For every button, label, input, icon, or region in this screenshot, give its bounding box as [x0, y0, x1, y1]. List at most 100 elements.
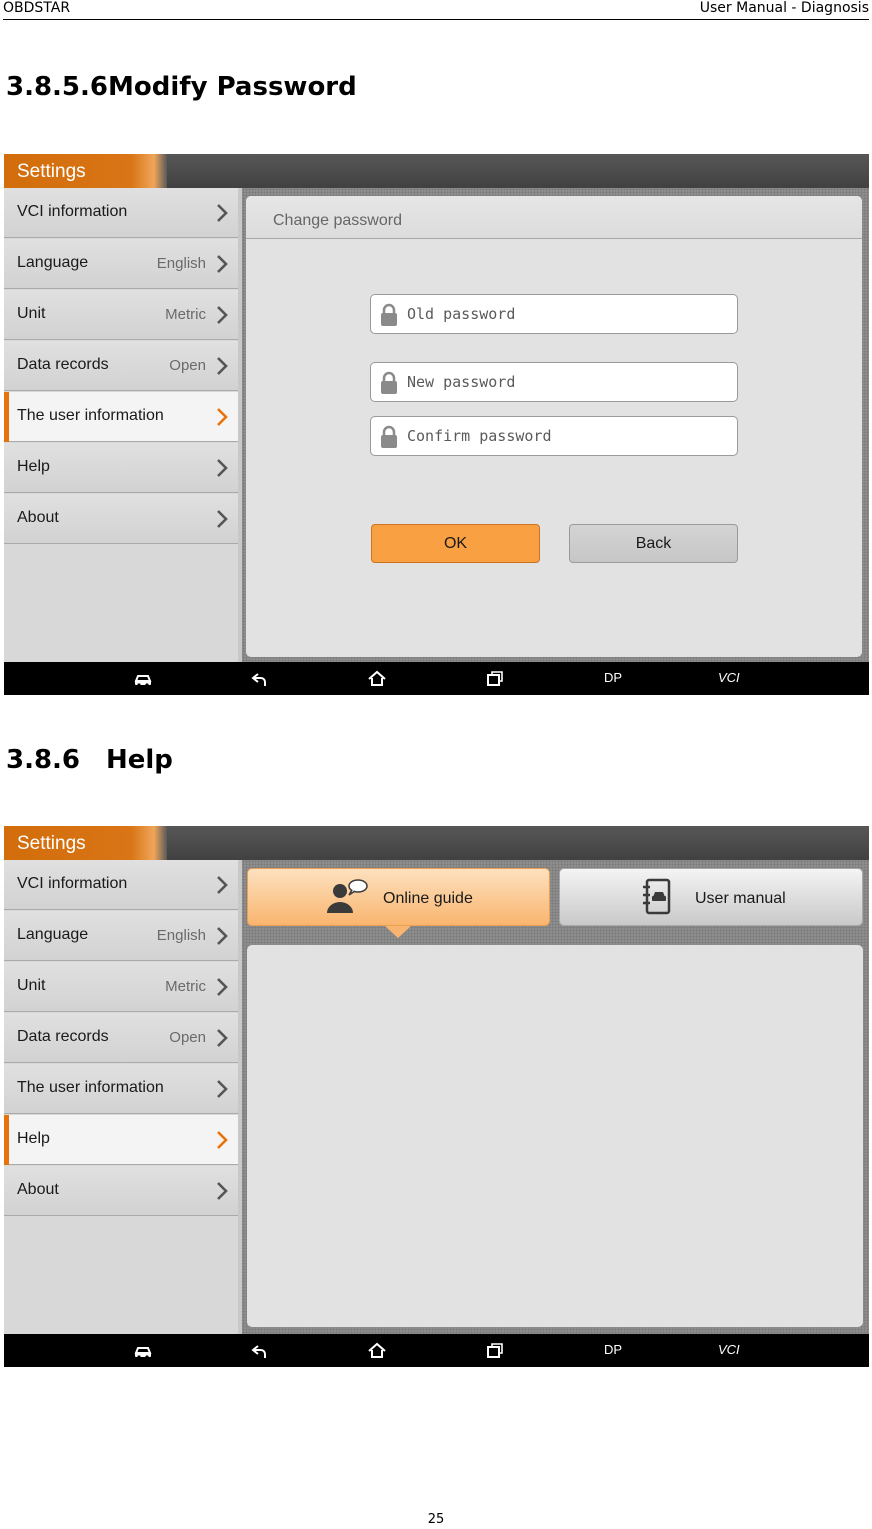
header-doc-title: User Manual - Diagnosis: [699, 0, 869, 16]
sidebar-item-data-records[interactable]: Data records Open: [4, 341, 238, 391]
page-number: 25: [427, 1512, 445, 1527]
chevron-right-icon: [217, 510, 228, 528]
back-icon[interactable]: [249, 1341, 271, 1361]
screenshot-modify-password: Settings VCI information Language Englis…: [4, 154, 869, 695]
lock-icon: [381, 303, 397, 326]
chevron-right-icon: [217, 1131, 228, 1149]
sidebar-item-label: Language: [17, 254, 89, 271]
chevron-right-icon: [217, 876, 228, 894]
back-button[interactable]: Back: [569, 524, 738, 563]
sidebar-item-label: About: [17, 509, 59, 526]
dp-button[interactable]: DP: [604, 670, 622, 685]
old-password-input[interactable]: [407, 303, 727, 325]
sidebar-item-label: Unit: [17, 977, 46, 994]
chevron-right-icon: [217, 306, 228, 324]
panel-header: Change password: [246, 196, 862, 239]
sidebar-item-vci-information[interactable]: VCI information: [4, 188, 238, 238]
section-number: 3.8.5.6: [6, 72, 108, 102]
recent-apps-icon[interactable]: [484, 1341, 506, 1361]
settings-title: Settings: [4, 826, 167, 860]
sidebar-item-help[interactable]: Help: [4, 1115, 238, 1165]
settings-titlebar: Settings: [4, 154, 869, 188]
sidebar-item-label: Data records: [17, 356, 109, 373]
sidebar-item-user-information[interactable]: The user information: [4, 392, 238, 442]
online-guide-tab[interactable]: Online guide: [247, 868, 550, 926]
sidebar-item-label: The user information: [17, 407, 164, 424]
chevron-right-icon: [217, 927, 228, 945]
sidebar-item-label: VCI information: [17, 875, 128, 892]
change-password-panel: Change password OK Back: [246, 196, 862, 657]
chevron-right-icon: [217, 459, 228, 477]
header-brand: OBDSTAR: [3, 0, 71, 16]
sidebar-item-value: Metric: [165, 978, 206, 995]
settings-sidebar: VCI information Language English Unit Me…: [4, 860, 238, 1334]
chevron-right-icon: [217, 1182, 228, 1200]
confirm-password-field[interactable]: [370, 416, 738, 456]
sidebar-item-value: Open: [169, 357, 206, 374]
settings-sidebar: VCI information Language English Unit Me…: [4, 188, 238, 662]
old-password-field[interactable]: [370, 294, 738, 334]
settings-title: Settings: [4, 154, 167, 188]
recent-apps-icon[interactable]: [484, 669, 506, 689]
section-heading: Modify Password: [108, 72, 357, 102]
lock-icon: [381, 371, 397, 394]
sidebar-item-label: Data records: [17, 1028, 109, 1045]
sidebar-item-language[interactable]: Language English: [4, 911, 238, 961]
chevron-right-icon: [217, 1029, 228, 1047]
screenshot-help: Settings VCI information Language Englis…: [4, 826, 869, 1367]
sidebar-item-label: Language: [17, 926, 89, 943]
sidebar-item-label: About: [17, 1181, 59, 1198]
section-heading: Help: [106, 745, 173, 775]
vci-status: VCI: [718, 1342, 740, 1357]
sidebar-item-value: Open: [169, 1029, 206, 1046]
chevron-right-icon: [217, 1080, 228, 1098]
sidebar-item-label: Unit: [17, 305, 46, 322]
sidebar-item-about[interactable]: About: [4, 494, 238, 544]
sidebar-item-about[interactable]: About: [4, 1166, 238, 1216]
sidebar-item-help[interactable]: Help: [4, 443, 238, 493]
sidebar-item-label: The user information: [17, 1079, 164, 1096]
manual-book-icon: [643, 878, 671, 915]
dp-button[interactable]: DP: [604, 1342, 622, 1357]
ok-button[interactable]: OK: [371, 524, 540, 563]
vci-status: VCI: [718, 670, 740, 685]
help-content-panel: [247, 945, 863, 1327]
online-guide-label: Online guide: [383, 890, 473, 907]
android-navbar: DP VCI: [4, 1334, 869, 1367]
lock-icon: [381, 425, 397, 448]
page-header: OBDSTAR User Manual - Diagnosis: [3, 0, 869, 20]
car-icon[interactable]: [132, 669, 154, 689]
section-number: 3.8.6: [6, 745, 81, 775]
chevron-right-icon: [217, 357, 228, 375]
sidebar-item-language[interactable]: Language English: [4, 239, 238, 289]
user-manual-tab[interactable]: User manual: [559, 868, 863, 926]
android-navbar: DP VCI: [4, 662, 869, 695]
section-title-help: 3.8.6 Help: [6, 745, 173, 775]
panel-title: Change password: [273, 212, 402, 229]
sidebar-item-value: English: [156, 927, 206, 944]
chevron-right-icon: [217, 204, 228, 222]
sidebar-item-unit[interactable]: Unit Metric: [4, 962, 238, 1012]
settings-titlebar: Settings: [4, 826, 869, 860]
home-icon[interactable]: [366, 669, 388, 689]
sidebar-item-value: Metric: [165, 306, 206, 323]
active-tab-pointer: [385, 926, 411, 938]
new-password-field[interactable]: [370, 362, 738, 402]
confirm-password-input[interactable]: [407, 425, 727, 447]
user-manual-label: User manual: [695, 890, 786, 907]
new-password-input[interactable]: [407, 371, 727, 393]
user-chat-icon: [327, 879, 368, 913]
sidebar-item-label: Help: [17, 1130, 50, 1147]
sidebar-item-label: VCI information: [17, 203, 128, 220]
sidebar-item-user-information[interactable]: The user information: [4, 1064, 238, 1114]
chevron-right-icon: [217, 255, 228, 273]
chevron-right-icon: [217, 978, 228, 996]
car-icon[interactable]: [132, 1341, 154, 1361]
sidebar-item-unit[interactable]: Unit Metric: [4, 290, 238, 340]
home-icon[interactable]: [366, 1341, 388, 1361]
sidebar-item-vci-information[interactable]: VCI information: [4, 860, 238, 910]
sidebar-item-data-records[interactable]: Data records Open: [4, 1013, 238, 1063]
section-title-modify-password: 3.8.5.6Modify Password: [6, 72, 357, 102]
sidebar-item-value: English: [156, 255, 206, 272]
back-icon[interactable]: [249, 669, 271, 689]
